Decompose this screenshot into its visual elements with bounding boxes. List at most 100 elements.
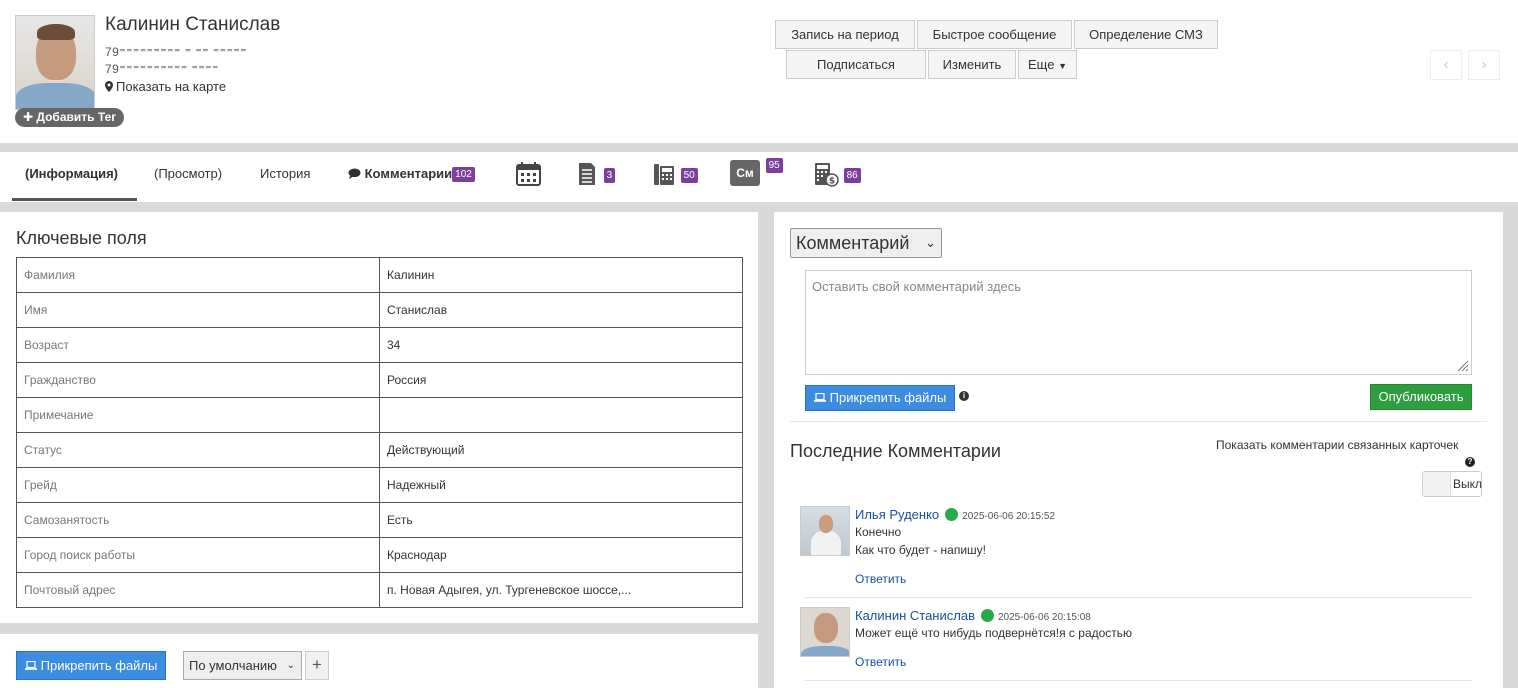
chevron-down-icon: ⌄ [925, 235, 936, 250]
tab-preview[interactable]: (Просмотр) [154, 166, 222, 181]
avatar[interactable] [800, 506, 850, 556]
tab-info[interactable]: (Информация) [25, 166, 118, 181]
comment-type-select[interactable]: Комментарий ⌄ [790, 228, 942, 258]
key-field-value[interactable]: Действующий [379, 432, 743, 468]
comment-textarea[interactable]: Оставить свой комментарий здесь [805, 270, 1472, 375]
key-fields-title: Ключевые поля [16, 228, 147, 248]
comments-panel: Комментарий ⌄ Оставить свой комментарий з… [774, 212, 1503, 688]
key-field-row: Возраст 34 [16, 327, 743, 363]
whatsapp-icon [980, 609, 994, 622]
key-field-label: Город поиск работы [16, 537, 380, 573]
key-fields-panel: Ключевые поля Фамилия Калинин Имя Станислав… [0, 212, 758, 623]
laptop-icon [25, 660, 37, 670]
publish-button[interactable]: Опубликовать [1370, 384, 1472, 410]
chevron-right-icon: › [1481, 56, 1487, 73]
add-tag-button[interactable]: ✚ Добавить Тег [15, 108, 125, 127]
key-field-label: Возраст [16, 327, 380, 363]
latest-comments-title: Последние Комментарии [790, 441, 1001, 461]
tab-cm[interactable]: См 95 [730, 158, 783, 186]
info-icon[interactable]: i [959, 391, 969, 401]
key-field-row: Статус Действующий [16, 432, 743, 468]
key-field-value[interactable]: Россия [379, 362, 743, 398]
tab-bar: (Информация) (Просмотр) История Коммента… [0, 152, 1518, 202]
divider [790, 421, 1487, 422]
chevron-down-icon: ⌄ [286, 660, 295, 671]
calculator-money-icon: $ [815, 163, 839, 187]
next-card-button[interactable]: › [1468, 50, 1500, 80]
card-header: Калинин Станислав 79⁼⁼⁼⁼⁼⁼⁼⁼⁼ ⁼ ⁼⁼ ⁼⁼⁼⁼⁼… [0, 0, 1518, 143]
key-field-label: Примечание [16, 397, 380, 433]
prev-card-button[interactable]: ‹ [1430, 50, 1462, 80]
add-tag-label: Добавить Тег [36, 110, 117, 124]
toggle-label: Выкл [1453, 477, 1483, 491]
key-field-label: Фамилия [16, 257, 380, 293]
tab-documents[interactable]: 3 [578, 162, 616, 190]
comment-item: Илья Руденко 2025-06-06 20:15:52 Конечно … [800, 506, 1472, 596]
resize-handle-icon[interactable] [1457, 360, 1469, 372]
tab-finance[interactable]: $ 86 [815, 162, 861, 191]
more-dropdown-button[interactable]: Еще ▼ [1018, 50, 1077, 79]
key-field-value[interactable]: 34 [379, 327, 743, 363]
comment-author[interactable]: Илья Руденко [855, 507, 939, 522]
map-pin-icon [105, 81, 113, 92]
key-field-value[interactable]: Есть [379, 502, 743, 538]
show-on-map-link[interactable]: Показать на карте [105, 79, 226, 94]
comment-placeholder: Оставить свой комментарий здесь [812, 279, 1022, 294]
related-comments-toggle[interactable]: Выкл [1422, 471, 1482, 497]
laptop-icon [814, 392, 826, 402]
tab-comments-label: Комментарии [364, 166, 453, 181]
comments-count-badge: 102 [452, 167, 475, 182]
documents-count-badge: 3 [603, 168, 616, 183]
tab-calendar[interactable] [516, 162, 541, 189]
key-field-row: Город поиск работы Краснодар [16, 537, 743, 573]
calendar-icon [516, 162, 541, 186]
tab-phones[interactable]: 50 [654, 162, 698, 190]
key-field-value[interactable]: Краснодар [379, 537, 743, 573]
comment-item: Калинин Станислав 2025-06-06 20:15:08 Мож… [800, 607, 1472, 687]
key-field-value[interactable]: Калинин [379, 257, 743, 293]
comment-author[interactable]: Калинин Станислав [855, 608, 975, 623]
add-button[interactable]: + [305, 651, 329, 680]
record-period-button[interactable]: Запись на период [775, 20, 915, 49]
key-field-row: Самозанятость Есть [16, 502, 743, 538]
toggle-knob [1423, 472, 1451, 496]
attach-files-label: Прикрепить файлы [40, 658, 158, 673]
key-field-value[interactable]: Станислав [379, 292, 743, 328]
key-field-label: Гражданство [16, 362, 380, 398]
attach-files-button[interactable]: Прикрепить файлы [16, 651, 167, 680]
tab-comments[interactable]: Комментарии 102 [348, 166, 475, 182]
profile-photo[interactable] [15, 15, 95, 110]
key-field-label: Статус [16, 432, 380, 468]
key-field-value[interactable]: Надежный [379, 467, 743, 503]
reply-link[interactable]: Ответить [855, 572, 906, 586]
tab-history[interactable]: История [260, 166, 310, 181]
comment-time: 2025-06-06 20:15:52 [962, 511, 1056, 522]
phones-count-badge: 50 [680, 168, 698, 183]
comment-text-line: Конечно [855, 525, 902, 539]
help-icon[interactable]: ? [1465, 457, 1475, 467]
avatar[interactable] [800, 607, 850, 657]
comment-author-line: Калинин Станислав 2025-06-06 20:15:08 [855, 608, 1091, 623]
active-tab-underline [12, 198, 137, 201]
comment-attach-files-button[interactable]: Прикрепить файлы [805, 385, 956, 411]
phone-1[interactable]: 79⁼⁼⁼⁼⁼⁼⁼⁼⁼ ⁼ ⁼⁼ ⁼⁼⁼⁼⁼ [105, 45, 247, 59]
subscribe-button[interactable]: Подписаться [786, 50, 926, 79]
chevron-left-icon: ‹ [1443, 56, 1449, 73]
comment-text-line: Может ещё что нибудь подвернётся!я с рад… [855, 626, 1133, 640]
person-name: Калинин Станислав [105, 14, 281, 35]
document-icon [579, 163, 595, 185]
key-field-row: Почтовый адрес п. Новая Адыгея, ул. Турге… [16, 572, 743, 608]
comment-icon [348, 168, 361, 179]
sort-select-value: По умолчанию [189, 658, 277, 673]
key-field-row: Грейд Надежный [16, 467, 743, 503]
key-field-value[interactable] [379, 397, 743, 433]
smz-button[interactable]: Определение СМЗ [1074, 20, 1218, 49]
phone-2[interactable]: 79⁼⁼⁼⁼⁼⁼⁼⁼⁼⁼ ⁼⁼⁼⁼ [105, 62, 219, 76]
sort-select[interactable]: По умолчанию ⌄ [183, 651, 302, 680]
edit-button[interactable]: Изменить [928, 50, 1016, 79]
divider [805, 597, 1472, 598]
reply-link[interactable]: Ответить [855, 655, 906, 669]
quick-message-button[interactable]: Быстрое сообщение [917, 20, 1072, 49]
key-field-value[interactable]: п. Новая Адыгея, ул. Тургеневское шоссе,… [379, 572, 743, 608]
comment-time: 2025-06-06 20:15:08 [997, 612, 1091, 623]
